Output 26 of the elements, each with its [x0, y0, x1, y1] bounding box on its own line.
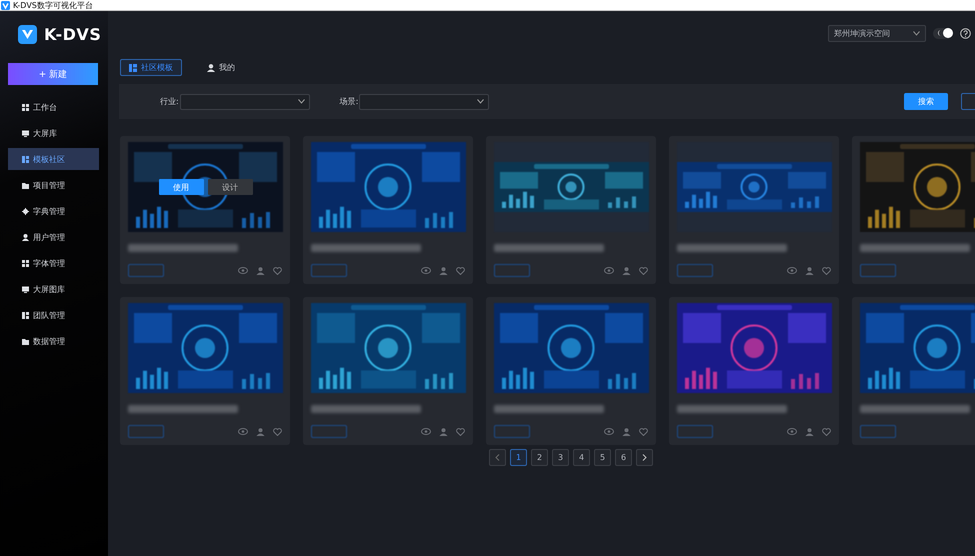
- design-button[interactable]: 设计: [208, 179, 252, 195]
- filter-label: 行业:: [160, 96, 179, 107]
- filter-label: 场景:: [340, 96, 358, 107]
- sidebar-item[interactable]: 大屏图库: [8, 278, 99, 300]
- sidebar-item[interactable]: 大屏库: [8, 122, 99, 144]
- sidebar-item[interactable]: 字典管理: [8, 200, 99, 222]
- page-button[interactable]: 4: [573, 449, 590, 466]
- page-button[interactable]: 6: [615, 449, 632, 466]
- tab[interactable]: 社区模板: [120, 59, 182, 76]
- page-button[interactable]: 2: [531, 449, 548, 466]
- sidebar-item[interactable]: 字体管理: [8, 252, 99, 274]
- tab[interactable]: 我的: [198, 59, 244, 76]
- sidebar-item[interactable]: 数据管理: [8, 330, 99, 352]
- sidebar-item[interactable]: 工作台: [8, 96, 99, 118]
- page-button[interactable]: 3: [552, 449, 569, 466]
- logo-text: K-DVS: [44, 25, 102, 44]
- sidebar-item[interactable]: 用户管理: [8, 226, 99, 248]
- template-card[interactable]: 使用 设计: [120, 136, 290, 284]
- sidebar-item[interactable]: 项目管理: [8, 174, 99, 196]
- new-button[interactable]: + 新建: [8, 63, 98, 85]
- window-title: K-DVS数字可视化平台: [13, 0, 93, 10]
- workspace-select[interactable]: 郑州坤演示空间: [828, 24, 926, 42]
- page-button[interactable]: 1: [510, 449, 527, 466]
- sidebar-item[interactable]: 团队管理: [8, 304, 99, 326]
- page-button[interactable]: 5: [594, 449, 611, 466]
- sidebar-item[interactable]: 模板社区: [8, 148, 99, 170]
